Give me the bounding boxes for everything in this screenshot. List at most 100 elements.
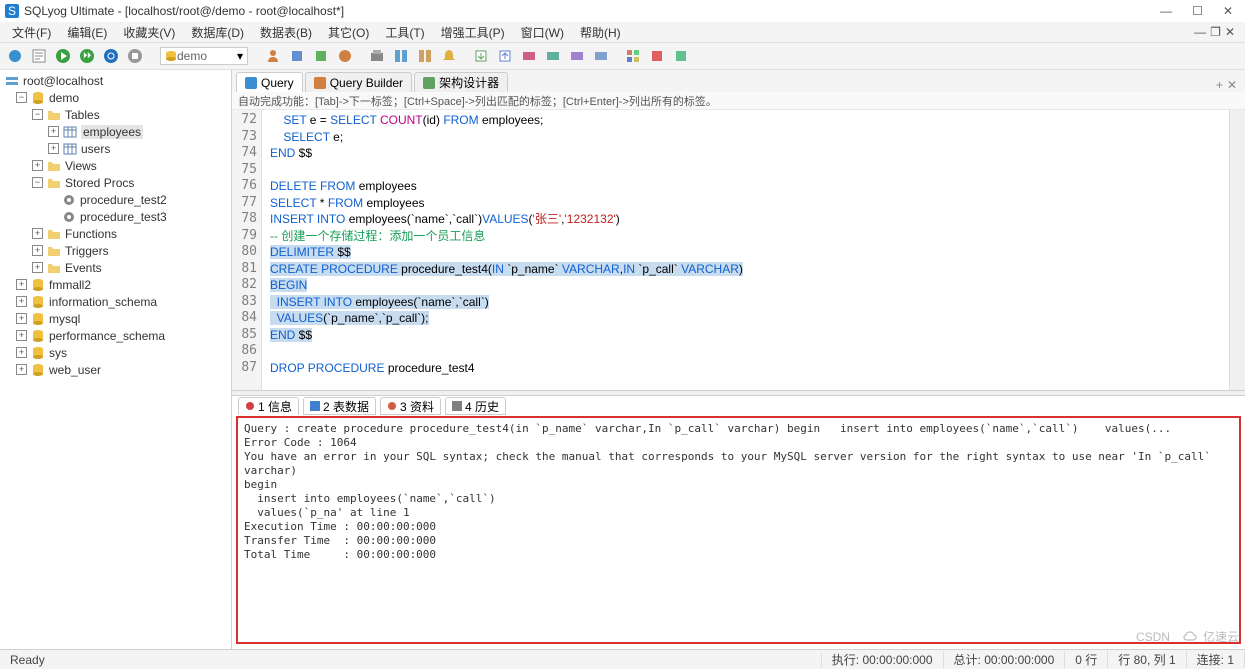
tool-button-1[interactable] — [286, 45, 308, 67]
status-ready: Ready — [0, 653, 822, 667]
expand-icon[interactable]: − — [32, 177, 43, 188]
tool-button-3[interactable] — [334, 45, 356, 67]
tree-folder[interactable]: +Events — [0, 259, 231, 276]
schema-sync-button[interactable] — [390, 45, 412, 67]
tab-schema-designer[interactable]: 架构设计器 — [414, 72, 508, 92]
tool-button-9[interactable] — [646, 45, 668, 67]
chevron-down-icon: ▾ — [237, 49, 243, 63]
main-area: root@localhost−demo−Tables+employees+use… — [0, 70, 1245, 650]
menu-other[interactable]: 其它(O) — [322, 24, 375, 41]
tree-table[interactable]: +users — [0, 140, 231, 157]
tree-database[interactable]: +fmmall2 — [0, 276, 231, 293]
backup-button[interactable] — [366, 45, 388, 67]
object-browser[interactable]: root@localhost−demo−Tables+employees+use… — [0, 70, 232, 650]
close-button[interactable]: ✕ — [1223, 4, 1233, 18]
expand-icon[interactable]: + — [16, 296, 27, 307]
result-tab-label: 1 信息 — [258, 398, 292, 415]
tool-button-5[interactable] — [542, 45, 564, 67]
menu-favorites[interactable]: 收藏夹(V) — [117, 24, 181, 41]
tool-button-4[interactable] — [518, 45, 540, 67]
folder-icon — [46, 107, 62, 123]
result-tab-objectinfo[interactable]: 3 资料 — [380, 397, 441, 415]
result-tab-info[interactable]: 1 信息 — [238, 397, 299, 415]
refresh-button[interactable] — [100, 45, 122, 67]
execute-button[interactable] — [52, 45, 74, 67]
menu-help[interactable]: 帮助(H) — [574, 24, 627, 41]
result-tab-label: 4 历史 — [465, 398, 499, 415]
data-sync-button[interactable] — [414, 45, 436, 67]
table-icon — [62, 141, 78, 157]
tab-close-button[interactable]: ✕ — [1227, 78, 1237, 92]
mdi-close-button[interactable]: ✕ — [1225, 25, 1235, 39]
tool-button-7[interactable] — [590, 45, 612, 67]
new-connection-button[interactable] — [4, 45, 26, 67]
expand-icon[interactable]: + — [32, 228, 43, 239]
tree-database[interactable]: +performance_schema — [0, 327, 231, 344]
import-button[interactable] — [494, 45, 516, 67]
tree-folder[interactable]: +Functions — [0, 225, 231, 242]
export-button[interactable] — [470, 45, 492, 67]
tool-button-6[interactable] — [566, 45, 588, 67]
expand-icon[interactable]: + — [48, 126, 59, 137]
tool-button-2[interactable] — [310, 45, 332, 67]
menu-database[interactable]: 数据库(D) — [185, 24, 250, 41]
expand-icon[interactable]: + — [32, 160, 43, 171]
status-exec-time: 执行: 00:00:00:000 — [822, 651, 944, 668]
stop-button[interactable] — [124, 45, 146, 67]
tree-folder[interactable]: −Tables — [0, 106, 231, 123]
menu-window[interactable]: 窗口(W) — [515, 24, 570, 41]
tab-query[interactable]: Query — [236, 72, 303, 92]
menu-tools[interactable]: 工具(T) — [379, 24, 430, 41]
result-tab-history[interactable]: 4 历史 — [445, 397, 506, 415]
expand-icon[interactable]: + — [32, 245, 43, 256]
expand-icon[interactable]: − — [16, 92, 27, 103]
tree-folder[interactable]: +Views — [0, 157, 231, 174]
menu-edit[interactable]: 编辑(E) — [61, 24, 113, 41]
execute-all-button[interactable] — [76, 45, 98, 67]
expand-icon[interactable]: + — [16, 364, 27, 375]
tree-database[interactable]: +mysql — [0, 310, 231, 327]
result-tab-tabledata[interactable]: 2 表数据 — [303, 397, 376, 415]
sql-editor[interactable]: 72 73 74 75 76 77 78 79 80 81 82 83 84 8… — [232, 110, 1245, 390]
expand-icon[interactable]: + — [48, 143, 59, 154]
tab-query-builder[interactable]: Query Builder — [305, 72, 412, 92]
expand-icon[interactable]: + — [32, 262, 43, 273]
tool-button-10[interactable] — [670, 45, 692, 67]
notification-button[interactable] — [438, 45, 460, 67]
expand-icon[interactable]: + — [16, 347, 27, 358]
tree-server[interactable]: root@localhost — [0, 72, 231, 89]
expand-icon[interactable]: + — [16, 313, 27, 324]
new-query-button[interactable] — [28, 45, 50, 67]
tree-procedure[interactable]: procedure_test3 — [0, 208, 231, 225]
tab-label: Query — [261, 76, 294, 90]
expand-icon[interactable]: − — [32, 109, 43, 120]
tree-folder[interactable]: −Stored Procs — [0, 174, 231, 191]
tree-database[interactable]: +web_user — [0, 361, 231, 378]
tree-table[interactable]: +employees — [0, 123, 231, 140]
expand-icon[interactable]: + — [16, 279, 27, 290]
tree-database[interactable]: −demo — [0, 89, 231, 106]
tree-procedure[interactable]: procedure_test2 — [0, 191, 231, 208]
expand-icon[interactable]: + — [16, 330, 27, 341]
output-panel[interactable]: Query : create procedure procedure_test4… — [236, 416, 1241, 644]
maximize-button[interactable]: ☐ — [1192, 4, 1203, 18]
code-area[interactable]: SET e = SELECT COUNT(id) FROM employees;… — [262, 110, 1245, 390]
mdi-restore-button[interactable]: ❐ — [1210, 25, 1221, 39]
tree-folder[interactable]: +Triggers — [0, 242, 231, 259]
tree-database[interactable]: +sys — [0, 344, 231, 361]
menu-table[interactable]: 数据表(B) — [254, 24, 318, 41]
database-icon — [30, 328, 46, 344]
database-icon — [30, 311, 46, 327]
tab-add-button[interactable]: + — [1216, 78, 1223, 92]
mdi-minimize-button[interactable]: — — [1194, 25, 1206, 39]
database-selector[interactable]: demo ▾ — [160, 47, 248, 65]
minimize-button[interactable]: — — [1160, 4, 1172, 18]
tree-database[interactable]: +information_schema — [0, 293, 231, 310]
editor-scrollbar[interactable] — [1229, 110, 1245, 390]
status-total-time: 总计: 00:00:00:000 — [944, 651, 1066, 668]
menu-file[interactable]: 文件(F) — [6, 24, 57, 41]
tool-button-8[interactable] — [622, 45, 644, 67]
user-button[interactable] — [262, 45, 284, 67]
toolbar: demo ▾ — [0, 42, 1245, 70]
menu-powertools[interactable]: 增强工具(P) — [435, 24, 511, 41]
